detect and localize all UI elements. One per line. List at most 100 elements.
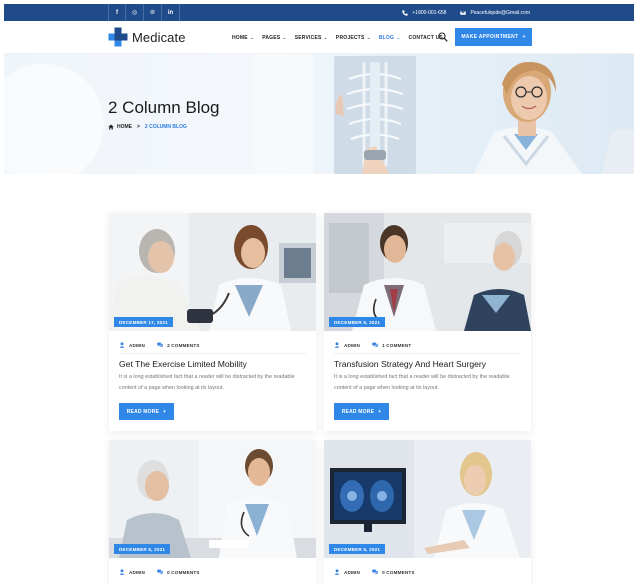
pinterest-glyph: ℗	[150, 9, 155, 16]
card-divider	[119, 353, 306, 354]
email-link[interactable]: Peacefulqode@Gmail.com	[460, 10, 530, 16]
instagram-icon[interactable]: ◎	[126, 4, 144, 21]
top-bar: f ◎ ℗ in +1800-001-658 Peacefulqode@Gmai…	[4, 4, 634, 21]
post-author-name: ADMIN	[129, 569, 146, 575]
cta-label: MAKE APPOINTMENT	[461, 34, 519, 40]
comments-icon	[372, 569, 378, 575]
linkedin-icon[interactable]: in	[162, 4, 180, 21]
hero-background-image	[4, 54, 634, 174]
post-comments[interactable]: 0 COMMENTS	[372, 569, 415, 575]
chevron-down-icon: ⌄	[366, 34, 371, 41]
nav-menu: HOME ⌄ PAGES ⌄ SERVICES ⌄ PROJECTS ⌄ BLOG ⌄ C…	[232, 21, 443, 54]
blog-card: DECEMBER 5, 2021 ADMIN 0 COMMENTS	[109, 440, 316, 584]
post-excerpt: It is a long established fact that a rea…	[119, 374, 295, 391]
blog-card: DECEMBER 17, 2021 ADMIN 2 COMMENTS Get T…	[109, 213, 316, 431]
post-date-badge[interactable]: DECEMBER 17, 2021	[114, 317, 173, 327]
user-icon	[119, 569, 125, 575]
breadcrumb-separator: >	[137, 124, 140, 130]
post-excerpt: It is a long established fact that a rea…	[334, 374, 510, 391]
post-title[interactable]: Transfusion Strategy And Heart Surgery	[334, 359, 486, 369]
medical-cross-icon	[108, 27, 128, 47]
doctor-senior-patient-photo	[324, 213, 531, 331]
make-appointment-button[interactable]: MAKE APPOINTMENT +	[455, 28, 532, 46]
blog-card: DECEMBER 5, 2021 ADMIN 1 COMMENT Transfu…	[324, 213, 531, 431]
post-date-badge[interactable]: DECEMBER 5, 2021	[329, 544, 386, 554]
post-comments[interactable]: 1 COMMENT	[372, 342, 411, 348]
nav-item-blog[interactable]: BLOG ⌄	[379, 35, 401, 41]
plus-icon: +	[378, 408, 382, 415]
post-date-badge[interactable]: DECEMBER 5, 2021	[329, 317, 386, 327]
nav-item-projects[interactable]: PROJECTS ⌄	[336, 35, 371, 41]
blog-card-image[interactable]	[109, 440, 316, 558]
main-nav: Medicate HOME ⌄ PAGES ⌄ SERVICES ⌄ PROJECTS…	[4, 21, 634, 54]
chevron-down-icon: ⌄	[323, 34, 328, 41]
chevron-down-icon: ⌄	[282, 34, 287, 41]
search-icon[interactable]	[438, 32, 448, 42]
phone-icon	[402, 9, 409, 16]
post-author[interactable]: ADMIN	[119, 569, 145, 575]
post-meta: ADMIN 2 COMMENTS	[119, 342, 200, 348]
post-author-name: ADMIN	[344, 569, 361, 575]
post-author-name: ADMIN	[129, 342, 146, 348]
nav-item-home[interactable]: HOME ⌄	[232, 35, 254, 41]
nav-label: BLOG	[378, 34, 395, 41]
envelope-icon	[460, 10, 467, 15]
contact-info: +1800-001-658 Peacefulqode@Gmail.com	[402, 4, 530, 21]
breadcrumb-current: 2 COLUMN BLOG	[144, 124, 187, 130]
comments-icon	[157, 569, 163, 575]
blog-card-image[interactable]	[324, 440, 531, 558]
linkedin-glyph: in	[167, 9, 174, 16]
brand-logo[interactable]: Medicate	[108, 27, 186, 47]
social-links: f ◎ ℗ in	[108, 4, 180, 21]
post-meta: ADMIN 0 COMMENTS	[334, 569, 415, 575]
blog-card-image[interactable]	[324, 213, 531, 331]
comments-icon	[372, 342, 378, 348]
blog-card: DECEMBER 5, 2021 ADMIN 0 COMMENTS	[324, 440, 531, 584]
facebook-icon[interactable]: f	[108, 4, 126, 21]
comments-icon	[157, 342, 163, 348]
post-meta: ADMIN 1 COMMENT	[334, 342, 411, 348]
phone-link[interactable]: +1800-001-658	[402, 10, 446, 16]
post-title[interactable]: Get The Exercise Limited Mobility	[119, 359, 247, 369]
chevron-down-icon: ⌄	[396, 34, 401, 41]
post-comments[interactable]: 0 COMMENTS	[157, 569, 200, 575]
post-comment-count: 0 COMMENTS	[382, 569, 415, 575]
read-more-button[interactable]: READ MORE +	[119, 403, 174, 420]
post-date-badge[interactable]: DECEMBER 5, 2021	[114, 544, 171, 554]
read-more-button[interactable]: READ MORE +	[334, 403, 389, 420]
read-more-label: READ MORE	[341, 408, 375, 415]
phone-number: +1800-001-658	[412, 9, 447, 16]
page-frame: f ◎ ℗ in +1800-001-658 Peacefulqode@Gmai…	[4, 4, 634, 584]
nav-label: HOME	[232, 34, 248, 41]
nav-item-services[interactable]: SERVICES ⌄	[295, 35, 328, 41]
post-author-name: ADMIN	[344, 342, 361, 348]
post-author[interactable]: ADMIN	[119, 342, 145, 348]
post-comments[interactable]: 2 COMMENTS	[157, 342, 200, 348]
nav-label: SERVICES	[294, 34, 322, 41]
nav-label: PROJECTS	[335, 34, 365, 41]
nav-item-pages[interactable]: PAGES ⌄	[262, 35, 287, 41]
email-address: Peacefulqode@Gmail.com	[470, 9, 530, 16]
nav-label: PAGES	[262, 34, 281, 41]
doctor-consultation-photo	[109, 440, 316, 558]
post-author[interactable]: ADMIN	[334, 569, 360, 575]
brand-name: Medicate	[132, 29, 186, 45]
post-meta: ADMIN 0 COMMENTS	[119, 569, 200, 575]
user-icon	[334, 569, 340, 575]
card-divider	[334, 353, 521, 354]
doctor-xray-monitor-photo	[324, 440, 531, 558]
read-more-label: READ MORE	[126, 408, 160, 415]
user-icon	[119, 342, 125, 348]
plus-icon: +	[522, 34, 526, 40]
page-title: 2 Column Blog	[108, 98, 220, 117]
chevron-down-icon: ⌄	[249, 34, 255, 41]
user-icon	[334, 342, 340, 348]
breadcrumb-home[interactable]: HOME	[108, 124, 132, 130]
page-hero: 2 Column Blog HOME > 2 COLUMN BLOG	[4, 54, 634, 174]
post-comment-count: 0 COMMENTS	[167, 569, 200, 575]
blog-card-image[interactable]	[109, 213, 316, 331]
pinterest-icon[interactable]: ℗	[144, 4, 162, 21]
post-author[interactable]: ADMIN	[334, 342, 360, 348]
instagram-glyph: ◎	[131, 10, 138, 16]
post-comment-count: 1 COMMENT	[382, 342, 412, 348]
